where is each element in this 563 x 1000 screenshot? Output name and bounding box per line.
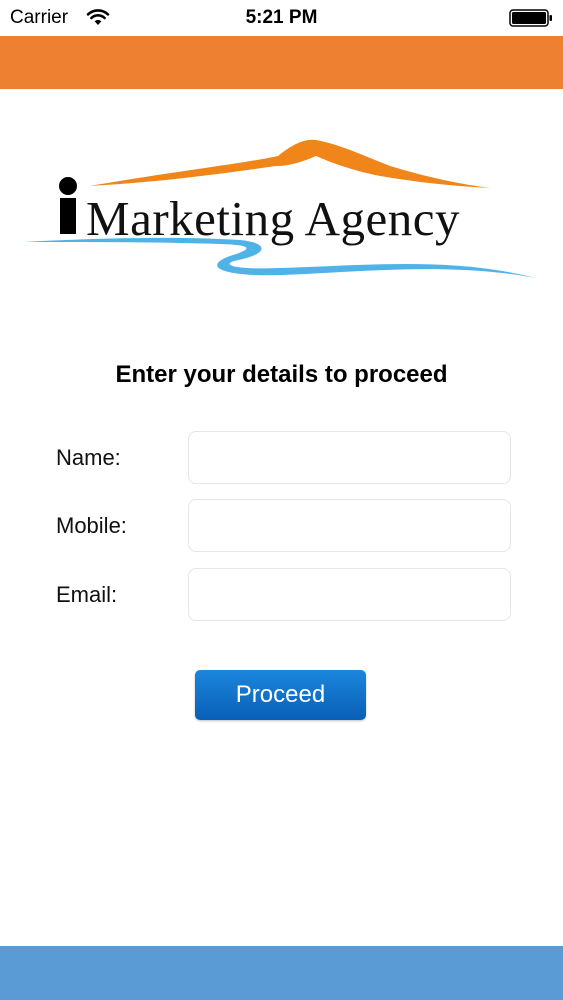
screen: Carrier 5:21 PM Marketing Agency Enter y…	[0, 0, 563, 1000]
logo-i-stem	[60, 198, 76, 234]
status-bar: Carrier 5:21 PM	[0, 0, 563, 36]
logo-mountain	[90, 139, 490, 188]
footer-bar	[0, 946, 563, 1000]
proceed-button[interactable]: Proceed	[195, 670, 366, 720]
header-bar	[0, 36, 563, 89]
email-label: Email:	[56, 582, 118, 607]
logo-text: Marketing Agency	[86, 191, 461, 246]
name-label: Name:	[56, 445, 121, 470]
form-heading: Enter your details to proceed	[115, 361, 448, 388]
clock: 5:21 PM	[245, 7, 318, 28]
name-input[interactable]	[188, 431, 511, 484]
email-input[interactable]	[188, 568, 511, 621]
mobile-input[interactable]	[188, 499, 511, 552]
logo-i-dot	[59, 177, 77, 195]
mobile-label: Mobile:	[56, 513, 127, 538]
battery-icon	[509, 9, 552, 27]
